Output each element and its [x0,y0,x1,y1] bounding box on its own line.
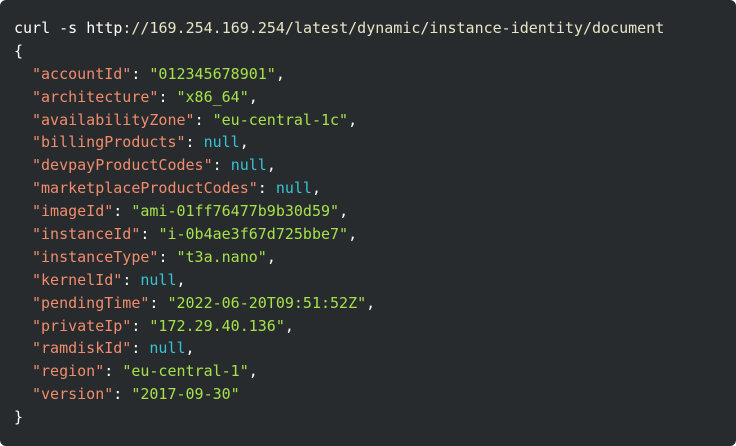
code-block: curl -s http://169.254.169.254/latest/dy… [0,0,736,446]
json-field-line: "architecture": "x86_64", [14,86,736,109]
json-field-line: "ramdiskId": null, [14,337,736,360]
json-key: "billingProducts" [32,133,186,152]
colon: : [185,133,204,152]
comma: , [348,225,358,244]
json-value: "i-0b4ae3f67d725bbe7" [158,225,349,244]
json-value: "eu-central-1" [122,362,249,381]
colon: : [131,339,150,358]
json-value: null [140,270,177,289]
json-key: "privateIp" [32,316,132,335]
json-key: "devpayProductCodes" [32,156,213,175]
colon: : [158,87,177,106]
comma: , [185,339,195,358]
json-value: "2017-09-30" [131,385,240,404]
comma: , [239,133,249,152]
json-value: "ami-01ff76477b9b30d59" [131,202,340,221]
comma: , [266,156,276,175]
comma: , [275,64,285,83]
comma: , [266,247,276,266]
comma: , [248,362,258,381]
colon: : [149,293,168,312]
colon: : [158,247,177,266]
json-open-brace: { [14,40,736,63]
json-key: "accountId" [32,64,132,83]
comma: , [284,316,294,335]
colon: : [113,202,132,221]
json-field-line: "devpayProductCodes": null, [14,154,736,177]
json-key: "version" [32,385,114,404]
json-field-line: "version": "2017-09-30" [14,383,736,406]
colon: : [104,362,123,381]
comma: , [248,87,258,106]
json-key: "architecture" [32,87,159,106]
comma: , [339,202,349,221]
json-close-brace: } [14,406,736,429]
json-value: "x86_64" [176,87,249,106]
json-key: "availabilityZone" [32,110,195,129]
json-field-line: "accountId": "012345678901", [14,63,736,86]
colon: : [140,225,159,244]
json-field-line: "instanceType": "t3a.nano", [14,246,736,269]
comma: , [366,293,376,312]
json-field-line: "kernelId": null, [14,269,736,292]
close-brace: } [14,408,24,427]
json-value: "eu-central-1c" [212,110,349,129]
colon: : [257,179,276,198]
comma: , [311,179,321,198]
comma: , [176,270,186,289]
json-field-line: "marketplaceProductCodes": null, [14,177,736,200]
json-value: null [230,156,267,175]
colon: : [113,385,132,404]
colon: : [122,270,141,289]
json-key: "pendingTime" [32,293,150,312]
comma: , [348,110,358,129]
json-key: "kernelId" [32,270,123,289]
command-url: ://169.254.169.254/latest/dynamic/instan… [122,19,665,37]
command-line: curl -s http://169.254.169.254/latest/dy… [14,17,736,40]
colon: : [212,156,231,175]
colon: : [131,64,150,83]
json-key: "instanceId" [32,225,141,244]
json-field-line: "pendingTime": "2022-06-20T09:51:52Z", [14,292,736,315]
json-value: null [149,339,186,358]
open-brace: { [14,41,24,60]
json-field-line: "instanceId": "i-0b4ae3f67d725bbe7", [14,223,736,246]
json-fields: "accountId": "012345678901", "architectur… [14,63,736,406]
json-value: null [203,133,240,152]
json-field-line: "privateIp": "172.29.40.136", [14,315,736,338]
json-key: "ramdiskId" [32,339,132,358]
json-value: null [275,179,312,198]
json-key: "instanceType" [32,247,159,266]
colon: : [131,316,150,335]
json-key: "region" [32,362,105,381]
command-prefix: curl -s http [14,19,123,37]
json-key: "marketplaceProductCodes" [32,179,258,198]
json-value: "2022-06-20T09:51:52Z" [167,293,367,312]
json-value: "012345678901" [149,64,276,83]
colon: : [194,110,213,129]
json-field-line: "billingProducts": null, [14,131,736,154]
json-field-line: "imageId": "ami-01ff76477b9b30d59", [14,200,736,223]
json-value: "t3a.nano" [176,247,267,266]
json-field-line: "region": "eu-central-1", [14,360,736,383]
json-field-line: "availabilityZone": "eu-central-1c", [14,109,736,132]
json-key: "imageId" [32,202,114,221]
json-value: "172.29.40.136" [149,316,285,335]
